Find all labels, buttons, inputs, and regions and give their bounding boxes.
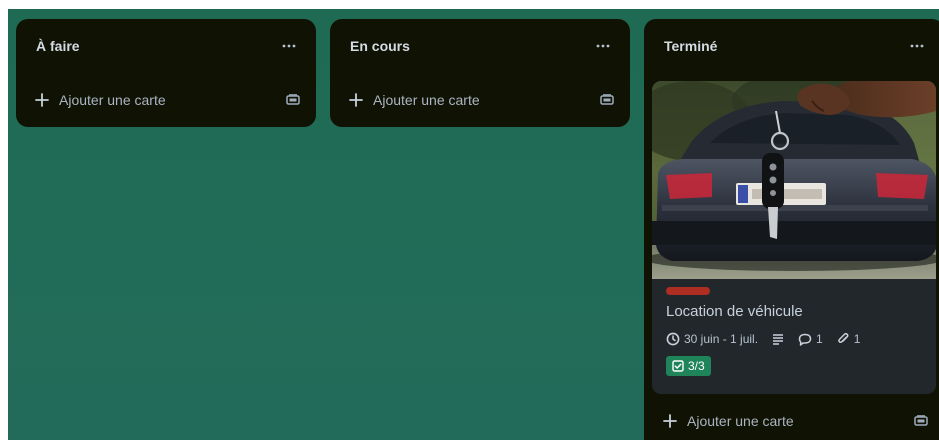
checklist-icon xyxy=(672,360,684,372)
list-menu-button[interactable] xyxy=(906,37,928,55)
list-menu-button[interactable] xyxy=(278,37,300,55)
attachments-badge: 1 xyxy=(836,332,861,346)
checklist-count: 3/3 xyxy=(688,359,705,373)
add-card-button[interactable]: Ajouter une carte xyxy=(349,88,616,112)
card-template-icon xyxy=(600,94,614,105)
dates-badge[interactable]: 30 juin - 1 juil. xyxy=(666,332,758,346)
create-from-template-button[interactable] xyxy=(912,412,930,430)
list-title[interactable]: À faire xyxy=(36,38,80,54)
description-icon xyxy=(773,334,784,345)
car-key-photo xyxy=(652,81,936,279)
ellipsis-icon xyxy=(910,44,924,48)
card-template-icon xyxy=(286,94,300,105)
card-cover-image xyxy=(652,81,936,279)
list-header: En cours xyxy=(350,36,614,56)
checklist-badge: 3/3 xyxy=(666,356,711,376)
board-canvas: À faire Ajouter une carte En cours Ajout… xyxy=(8,9,939,440)
card-body: Location de véhicule 30 juin - 1 juil. 1… xyxy=(666,287,924,377)
list-done: Terminé Location de véhicule 30 juin - 1… xyxy=(644,19,939,440)
plus-icon xyxy=(35,93,49,107)
add-card-button[interactable]: Ajouter une carte xyxy=(663,409,930,433)
comments-badge: 1 xyxy=(798,332,823,346)
list-menu-button[interactable] xyxy=(592,37,614,55)
list-header: À faire xyxy=(36,36,300,56)
plus-icon xyxy=(663,414,677,428)
card[interactable]: Location de véhicule 30 juin - 1 juil. 1… xyxy=(652,81,936,394)
list-title[interactable]: Terminé xyxy=(664,38,717,54)
add-card-label: Ajouter une carte xyxy=(687,413,794,429)
card-title: Location de véhicule xyxy=(666,303,803,320)
add-card-label: Ajouter une carte xyxy=(373,92,480,108)
plus-icon xyxy=(349,93,363,107)
list-in-progress: En cours Ajouter une carte xyxy=(330,19,630,127)
add-card-button[interactable]: Ajouter une carte xyxy=(35,88,302,112)
list-title[interactable]: En cours xyxy=(350,38,410,54)
attachments-count: 1 xyxy=(853,332,861,346)
comments-count: 1 xyxy=(816,332,823,346)
list-header: Terminé xyxy=(664,36,928,56)
clock-icon xyxy=(666,332,680,346)
add-card-label: Ajouter une carte xyxy=(59,92,166,108)
paperclip-icon xyxy=(837,332,849,343)
description-badge xyxy=(771,333,785,345)
list-todo: À faire Ajouter une carte xyxy=(16,19,316,127)
comment-icon xyxy=(798,333,812,346)
card-badges: 30 juin - 1 juil. 1 1 xyxy=(666,330,924,348)
create-from-template-button[interactable] xyxy=(284,91,302,109)
card-label[interactable] xyxy=(666,287,710,295)
card-template-icon xyxy=(914,415,928,426)
ellipsis-icon xyxy=(282,44,296,48)
ellipsis-icon xyxy=(596,44,610,48)
dates-text: 30 juin - 1 juil. xyxy=(684,332,759,346)
create-from-template-button[interactable] xyxy=(598,91,616,109)
